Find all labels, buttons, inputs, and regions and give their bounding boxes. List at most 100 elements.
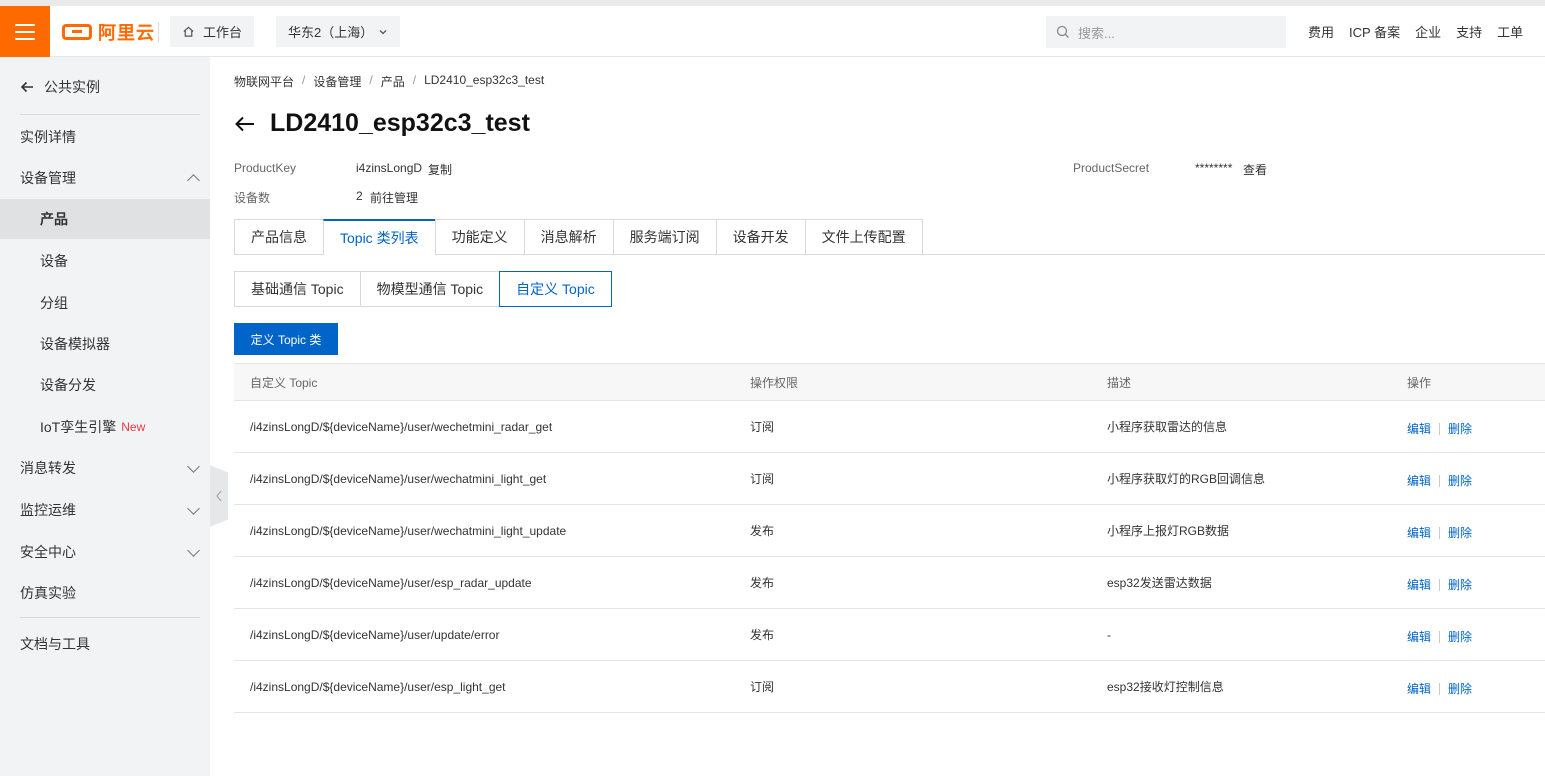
actions-cell: 编辑 删除 <box>1407 505 1472 556</box>
top-link-support[interactable]: 支持 <box>1448 22 1489 41</box>
actions-cell: 编辑 删除 <box>1407 609 1472 660</box>
sidebar-divider <box>20 114 200 115</box>
sidebar-item-docs[interactable]: 文档与工具 <box>0 624 210 664</box>
permission-cell: 订阅 <box>750 680 775 694</box>
sidebar-item-device-mgmt[interactable]: 设备管理 <box>0 158 210 198</box>
breadcrumb-current: LD2410_esp32c3_test <box>424 73 545 87</box>
delete-link[interactable]: 删除 <box>1448 472 1472 489</box>
sidebar-item-label: 监控运维 <box>20 502 76 518</box>
breadcrumb: 物联网平台 / 设备管理 / 产品 / LD2410_esp32c3_test <box>234 73 544 90</box>
sidebar-item-simulation[interactable]: 仿真实验 <box>0 573 210 613</box>
sidebar-item-message[interactable]: 消息转发 <box>0 448 210 488</box>
region-label: 华东2（上海） <box>288 25 374 40</box>
tab-function-definition[interactable]: 功能定义 <box>434 219 524 255</box>
tab-device-development[interactable]: 设备开发 <box>715 219 805 255</box>
sidebar-item-simulator[interactable]: 设备模拟器 <box>0 324 210 364</box>
sidebar-item-distribution[interactable]: 设备分发 <box>0 365 210 405</box>
delete-link[interactable]: 删除 <box>1448 576 1472 593</box>
tab-product-info[interactable]: 产品信息 <box>234 219 323 255</box>
chevron-down-icon <box>187 544 200 557</box>
go-manage-link[interactable]: 前往管理 <box>370 189 418 206</box>
permission-cell: 订阅 <box>750 472 775 486</box>
subtab-thing-model-topic[interactable]: 物模型通信 Topic <box>359 271 501 307</box>
edit-link[interactable]: 编辑 <box>1407 680 1431 697</box>
sidebar-item-product[interactable]: 产品 <box>0 199 210 239</box>
chevron-down-icon <box>187 460 200 473</box>
delete-link[interactable]: 删除 <box>1448 420 1472 437</box>
action-divider <box>1439 422 1441 435</box>
top-link-enterprise[interactable]: 企业 <box>1407 22 1448 41</box>
edit-link[interactable]: 编辑 <box>1407 576 1431 593</box>
home-icon <box>183 26 194 37</box>
tab-file-upload-config[interactable]: 文件上传配置 <box>804 219 923 255</box>
region-select[interactable]: 华东2（上海） <box>276 16 400 47</box>
edit-link[interactable]: 编辑 <box>1407 524 1431 541</box>
breadcrumb-product[interactable]: 产品 <box>381 73 405 90</box>
device-count-value: 2 <box>356 189 363 203</box>
device-count-label: 设备数 <box>234 191 271 205</box>
tab-server-subscription[interactable]: 服务端订阅 <box>612 219 716 255</box>
sidebar-item-label: 分组 <box>40 295 68 311</box>
chevron-up-icon <box>187 174 200 187</box>
table-row: /i4zinsLongD/${deviceName}/user/esp_rada… <box>234 557 1545 609</box>
sidebar-item-label: 设备 <box>40 253 68 269</box>
define-topic-button[interactable]: 定义 Topic 类 <box>234 323 338 355</box>
edit-link[interactable]: 编辑 <box>1407 628 1431 645</box>
sidebar-item-label: 仿真实验 <box>20 585 76 601</box>
table-row: /i4zinsLongD/${deviceName}/user/wechatmi… <box>234 453 1545 505</box>
delete-link[interactable]: 删除 <box>1448 524 1472 541</box>
device-count-row: 设备数 2 前往管理 <box>234 189 534 205</box>
top-links: 费用 ICP 备案 企业 支持 工单 <box>1300 6 1530 57</box>
breadcrumb-device-mgmt[interactable]: 设备管理 <box>313 73 361 90</box>
actions-cell: 编辑 删除 <box>1407 401 1472 452</box>
sidebar-item-label: 实例详情 <box>20 129 76 145</box>
description-cell: 小程序上报灯RGB数据 <box>1107 524 1230 538</box>
search-icon <box>1056 25 1069 38</box>
product-key-value: i4zinsLongD <box>356 161 423 175</box>
sidebar-item-iot-twin[interactable]: IoT孪生引擎 New <box>0 407 210 447</box>
breadcrumb-iot-platform[interactable]: 物联网平台 <box>234 73 294 90</box>
copy-link[interactable]: 复制 <box>428 161 452 178</box>
sidebar-item-label: 消息转发 <box>20 460 76 476</box>
permission-cell: 发布 <box>750 576 775 590</box>
permission-cell: 发布 <box>750 524 775 538</box>
back-to-instance[interactable]: 公共实例 <box>20 77 100 97</box>
product-key-label: ProductKey <box>234 161 297 175</box>
back-arrow-icon[interactable] <box>234 115 256 133</box>
permission-cell: 发布 <box>750 628 775 642</box>
sidebar-item-group[interactable]: 分组 <box>0 283 210 323</box>
edit-link[interactable]: 编辑 <box>1407 420 1431 437</box>
delete-link[interactable]: 删除 <box>1448 628 1472 645</box>
topic-cell: /i4zinsLongD/${deviceName}/user/wechetmi… <box>250 419 553 434</box>
workbench-button[interactable]: 工作台 <box>170 16 255 47</box>
sidebar-collapse-handle[interactable] <box>210 465 228 527</box>
description-cell: - <box>1107 627 1111 642</box>
sidebar-item-device[interactable]: 设备 <box>0 241 210 281</box>
hamburger-menu-button[interactable] <box>0 6 50 57</box>
aliyun-logo[interactable]: 阿里云 <box>62 20 155 44</box>
description-cell: 小程序获取雷达的信息 <box>1107 420 1228 434</box>
breadcrumb-separator: / <box>302 73 306 87</box>
search-input[interactable]: 搜索... <box>1046 16 1286 48</box>
logo-text: 阿里云 <box>98 23 155 43</box>
header-actions: 操作 <box>1407 375 1432 390</box>
topic-subtabs: 基础通信 Topic 物模型通信 Topic 自定义 Topic <box>234 271 612 307</box>
subtab-custom-topic[interactable]: 自定义 Topic <box>499 271 612 307</box>
top-link-icp[interactable]: ICP 备案 <box>1341 22 1407 41</box>
view-secret-link[interactable]: 查看 <box>1243 161 1267 178</box>
tab-topic-list[interactable]: Topic 类列表 <box>323 219 435 255</box>
actions-cell: 编辑 删除 <box>1407 557 1472 608</box>
sidebar-item-security[interactable]: 安全中心 <box>0 532 210 572</box>
tab-message-parsing[interactable]: 消息解析 <box>523 219 613 255</box>
header-permission: 操作权限 <box>750 375 799 390</box>
subtab-basic-topic[interactable]: 基础通信 Topic <box>234 271 361 307</box>
sidebar-item-instance-detail[interactable]: 实例详情 <box>0 117 210 157</box>
product-secret-row: ProductSecret ******** 查看 <box>1073 161 1373 177</box>
top-link-fees[interactable]: 费用 <box>1300 22 1341 41</box>
sidebar-item-label: 安全中心 <box>20 544 76 560</box>
delete-link[interactable]: 删除 <box>1448 680 1472 697</box>
action-divider <box>1439 526 1441 539</box>
sidebar-item-monitor[interactable]: 监控运维 <box>0 490 210 530</box>
edit-link[interactable]: 编辑 <box>1407 472 1431 489</box>
top-link-ticket[interactable]: 工单 <box>1489 22 1530 41</box>
